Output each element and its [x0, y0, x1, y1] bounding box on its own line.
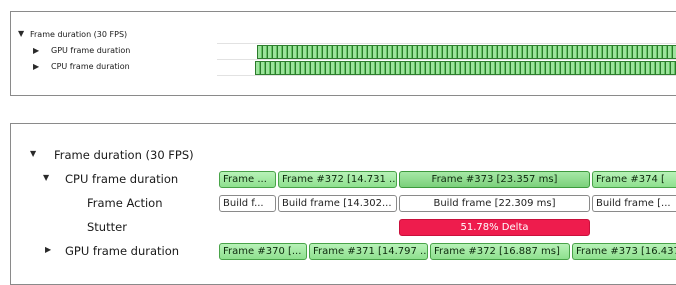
- timeline-panel-compact: ▼ Frame duration (30 FPS) ▶ GPU frame du…: [10, 11, 676, 96]
- triangle-right-icon[interactable]: ▶: [33, 46, 39, 55]
- track-divider: [217, 43, 676, 44]
- tree-label: GPU frame duration: [65, 244, 180, 258]
- cpu-frame-block[interactable]: Frame #372 [14.731 ...: [278, 171, 397, 188]
- frame-action-block[interactable]: Build frame [14.302...: [278, 195, 397, 212]
- cpu-frame-track[interactable]: [255, 61, 676, 75]
- frame-action-block[interactable]: Build f...: [219, 195, 276, 212]
- track-divider: [217, 75, 676, 76]
- gpu-frame-block[interactable]: Frame #370 [...: [219, 243, 307, 260]
- triangle-right-icon[interactable]: ▶: [33, 62, 39, 71]
- triangle-right-icon[interactable]: ▶: [45, 245, 51, 254]
- tree-label: Frame Action: [87, 196, 163, 210]
- tree-label: CPU frame duration: [65, 172, 179, 186]
- frame-action-block[interactable]: Build frame [...: [592, 195, 676, 212]
- gpu-frame-block[interactable]: Frame #373 [16.437: [572, 243, 676, 260]
- cpu-frame-block[interactable]: Frame #374 [: [592, 171, 676, 188]
- gpu-frame-track[interactable]: [257, 45, 676, 59]
- gpu-frame-block[interactable]: Frame #372 [16.887 ms]: [430, 243, 570, 260]
- tree-label: Frame duration (30 FPS): [54, 148, 194, 162]
- tree-label: Frame duration (30 FPS): [30, 30, 128, 39]
- frame-action-block-selected[interactable]: Build frame [22.309 ms]: [399, 195, 590, 212]
- stutter-delta-block[interactable]: 51.78% Delta: [399, 219, 590, 236]
- cpu-frame-block[interactable]: Frame ...: [219, 171, 276, 188]
- triangle-down-icon[interactable]: ▼: [18, 29, 24, 38]
- tree-label: CPU frame duration: [51, 62, 130, 71]
- tree-label: GPU frame duration: [51, 46, 131, 55]
- tree-label: Stutter: [87, 220, 127, 234]
- timeline-panel-expanded: ▼ Frame duration (30 FPS) ▼ CPU frame du…: [10, 123, 676, 285]
- track-divider: [217, 59, 676, 60]
- cpu-frame-block-selected[interactable]: Frame #373 [23.357 ms]: [399, 171, 590, 188]
- triangle-down-icon[interactable]: ▼: [30, 149, 36, 158]
- gpu-frame-block[interactable]: Frame #371 [14.797 ...: [309, 243, 428, 260]
- triangle-down-icon[interactable]: ▼: [43, 173, 49, 182]
